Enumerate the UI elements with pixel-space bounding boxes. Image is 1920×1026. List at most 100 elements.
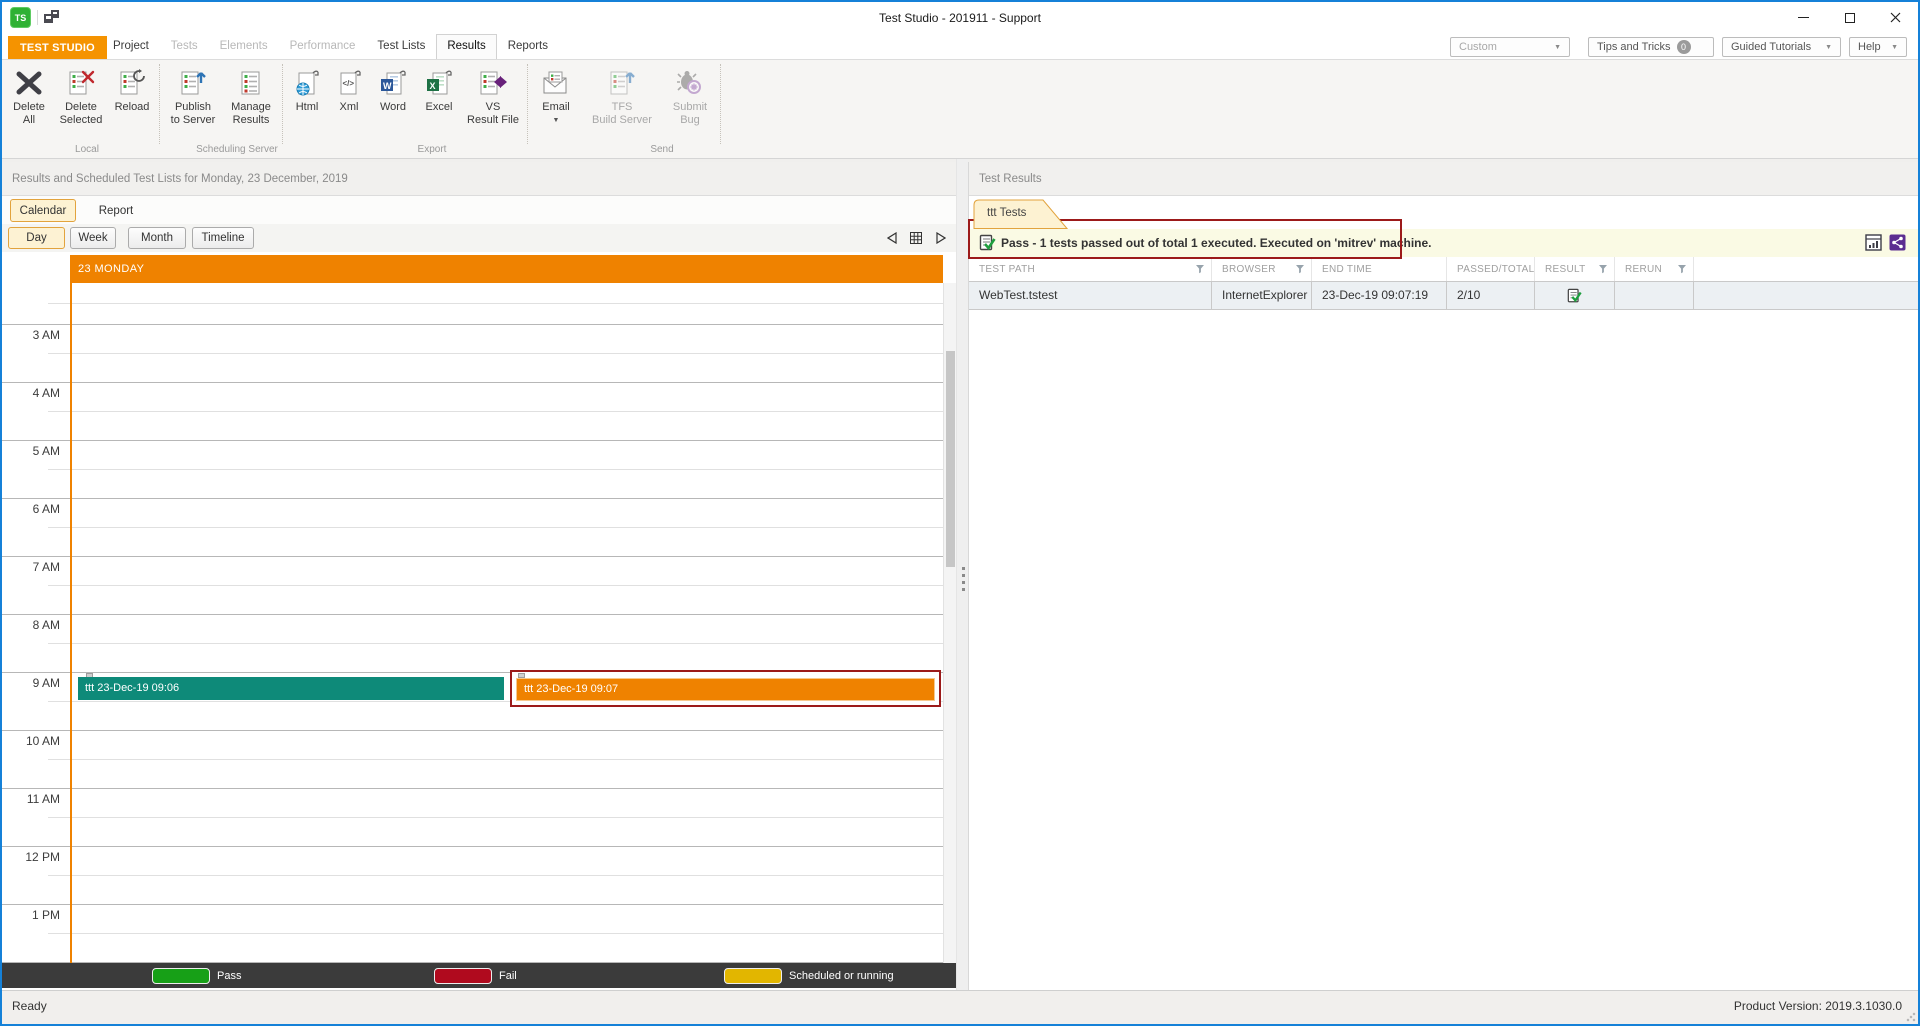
filter-icon[interactable]: [1195, 264, 1205, 274]
filter-icon[interactable]: [1295, 264, 1305, 274]
view-day-button[interactable]: Day: [8, 227, 65, 249]
hour-label: 7 AM: [2, 560, 60, 574]
ribbon-toolbar: DeleteAll DeleteSelected: [2, 60, 1918, 159]
hour-label: 9 AM: [2, 676, 60, 690]
cell-rerun: [1615, 282, 1694, 309]
col-header-passed-total[interactable]: PASSED/TOTAL: [1447, 257, 1535, 281]
report-view-icon[interactable]: [1865, 234, 1882, 256]
view-timeline-button[interactable]: Timeline: [192, 227, 254, 249]
hour-label: 4 AM: [2, 386, 60, 400]
tab-project[interactable]: Project: [102, 35, 160, 58]
tab-ttt-tests[interactable]: ttt Tests: [973, 199, 1069, 229]
titlebar: TS Test Studio - 201911 - Support: [2, 2, 1918, 33]
tab-reports[interactable]: Reports: [497, 35, 559, 58]
publish-to-server-button[interactable]: Publishto Server: [163, 60, 223, 127]
reload-button[interactable]: Reload: [108, 60, 156, 114]
legend-label: Pass: [217, 970, 241, 982]
calendar-scrollbar[interactable]: [943, 283, 956, 963]
reload-icon: [118, 65, 146, 101]
delete-all-button[interactable]: DeleteAll: [4, 60, 54, 127]
prev-day-icon[interactable]: [884, 230, 900, 246]
legend-item-pass: Pass: [152, 963, 241, 988]
close-button[interactable]: [1873, 2, 1918, 33]
export-excel-button[interactable]: X Excel: [416, 60, 462, 114]
col-header-result[interactable]: RESULT: [1535, 257, 1615, 281]
day-column-header: 23 MONDAY: [70, 255, 943, 283]
share-results-icon[interactable]: [1889, 234, 1906, 256]
group-label-local: Local: [75, 144, 99, 155]
calendar-report-tabs: Calendar Report: [2, 196, 956, 224]
hour-label: 10 AM: [2, 734, 60, 748]
calendar-grid-icon[interactable]: [908, 230, 924, 246]
hour-label: 6 AM: [2, 502, 60, 516]
chevron-down-icon: ▼: [1883, 44, 1898, 51]
legend-label: Scheduled or running: [789, 970, 894, 982]
panel-splitter[interactable]: [956, 159, 968, 990]
tab-report[interactable]: Report: [88, 199, 144, 222]
export-vs-result-file-button[interactable]: VSResult File: [462, 60, 524, 127]
export-xml-button[interactable]: </> Xml: [328, 60, 370, 114]
cell-end-time: 23-Dec-19 09:07:19: [1312, 282, 1447, 309]
tab-test-lists[interactable]: Test Lists: [366, 35, 436, 58]
table-row[interactable]: WebTest.tstest InternetExplorer 23-Dec-1…: [969, 281, 1918, 310]
help-dropdown[interactable]: Help ▼: [1849, 37, 1907, 57]
minimize-icon: [1798, 17, 1809, 18]
next-day-icon[interactable]: [933, 230, 949, 246]
export-html-button[interactable]: Html: [286, 60, 328, 114]
cell-browser: InternetExplorer: [1212, 282, 1312, 309]
pass-result-icon: [1567, 288, 1582, 304]
scheduled-color-swatch: [724, 968, 782, 984]
submit-bug-button: SubmitBug: [663, 60, 717, 127]
fail-color-swatch: [434, 968, 492, 984]
day-column-accent-line: [70, 283, 72, 963]
tab-results[interactable]: Results: [436, 34, 496, 59]
hour-label: 12 PM: [2, 850, 60, 864]
xml-export-icon: </>: [335, 65, 363, 101]
calendar-scrollbar-thumb[interactable]: [946, 351, 955, 567]
view-week-button[interactable]: Week: [70, 227, 116, 249]
cell-test-path: WebTest.tstest: [969, 282, 1212, 309]
legend-item-fail: Fail: [434, 963, 517, 988]
calendar-panel: Results and Scheduled Test Lists for Mon…: [2, 162, 956, 990]
tab-test-studio[interactable]: TEST STUDIO: [8, 36, 107, 59]
svg-text:</>: </>: [343, 79, 355, 88]
col-header-rerun[interactable]: RERUN: [1615, 257, 1694, 281]
help-label: Help: [1858, 41, 1881, 53]
custom-dropdown[interactable]: Custom ▼: [1450, 37, 1570, 57]
delete-all-icon: [14, 65, 44, 101]
delete-selected-button[interactable]: DeleteSelected: [54, 60, 108, 127]
tab-calendar[interactable]: Calendar: [10, 199, 76, 222]
email-dropdown-arrow: ▼: [553, 114, 560, 127]
tips-and-tricks-label: Tips and Tricks: [1597, 41, 1671, 53]
chevron-down-icon: ▼: [1817, 44, 1832, 51]
maximize-icon: [1845, 13, 1855, 23]
filter-icon[interactable]: [1677, 264, 1687, 274]
col-header-browser[interactable]: BROWSER: [1212, 257, 1312, 281]
html-export-icon: [293, 65, 321, 101]
export-word-button[interactable]: W Word: [370, 60, 416, 114]
minimize-button[interactable]: [1781, 2, 1826, 33]
calendar-event-running[interactable]: ttt 23-Dec-19 09:07: [516, 678, 935, 701]
calendar-panel-title: Results and Scheduled Test Lists for Mon…: [2, 162, 956, 196]
toolbar-separator: [720, 64, 721, 144]
guided-tutorials-dropdown[interactable]: Guided Tutorials ▼: [1722, 37, 1841, 57]
delete-selected-icon: [67, 65, 95, 101]
filter-icon[interactable]: [1598, 264, 1608, 274]
email-button[interactable]: Email▼: [531, 60, 581, 127]
excel-export-icon: X: [425, 65, 453, 101]
maximize-button[interactable]: [1827, 2, 1872, 33]
col-header-test-path[interactable]: TEST PATH: [969, 257, 1212, 281]
product-version: Product Version: 2019.3.1030.0: [1734, 999, 1902, 1013]
resize-grip[interactable]: [1906, 1012, 1916, 1022]
cell-result: [1535, 282, 1615, 309]
group-label-send: Send: [650, 144, 673, 155]
calendar-event-pass[interactable]: ttt 23-Dec-19 09:06: [78, 677, 504, 700]
chevron-down-icon: ▼: [1546, 44, 1561, 51]
view-month-button[interactable]: Month: [128, 227, 186, 249]
tips-and-tricks-button[interactable]: Tips and Tricks 0: [1588, 37, 1714, 57]
col-header-end-time[interactable]: END TIME: [1312, 257, 1447, 281]
manage-results-button[interactable]: ManageResults: [223, 60, 279, 127]
window-title: Test Studio - 201911 - Support: [2, 2, 1918, 33]
email-icon: [541, 65, 571, 101]
close-icon: [1890, 12, 1901, 23]
